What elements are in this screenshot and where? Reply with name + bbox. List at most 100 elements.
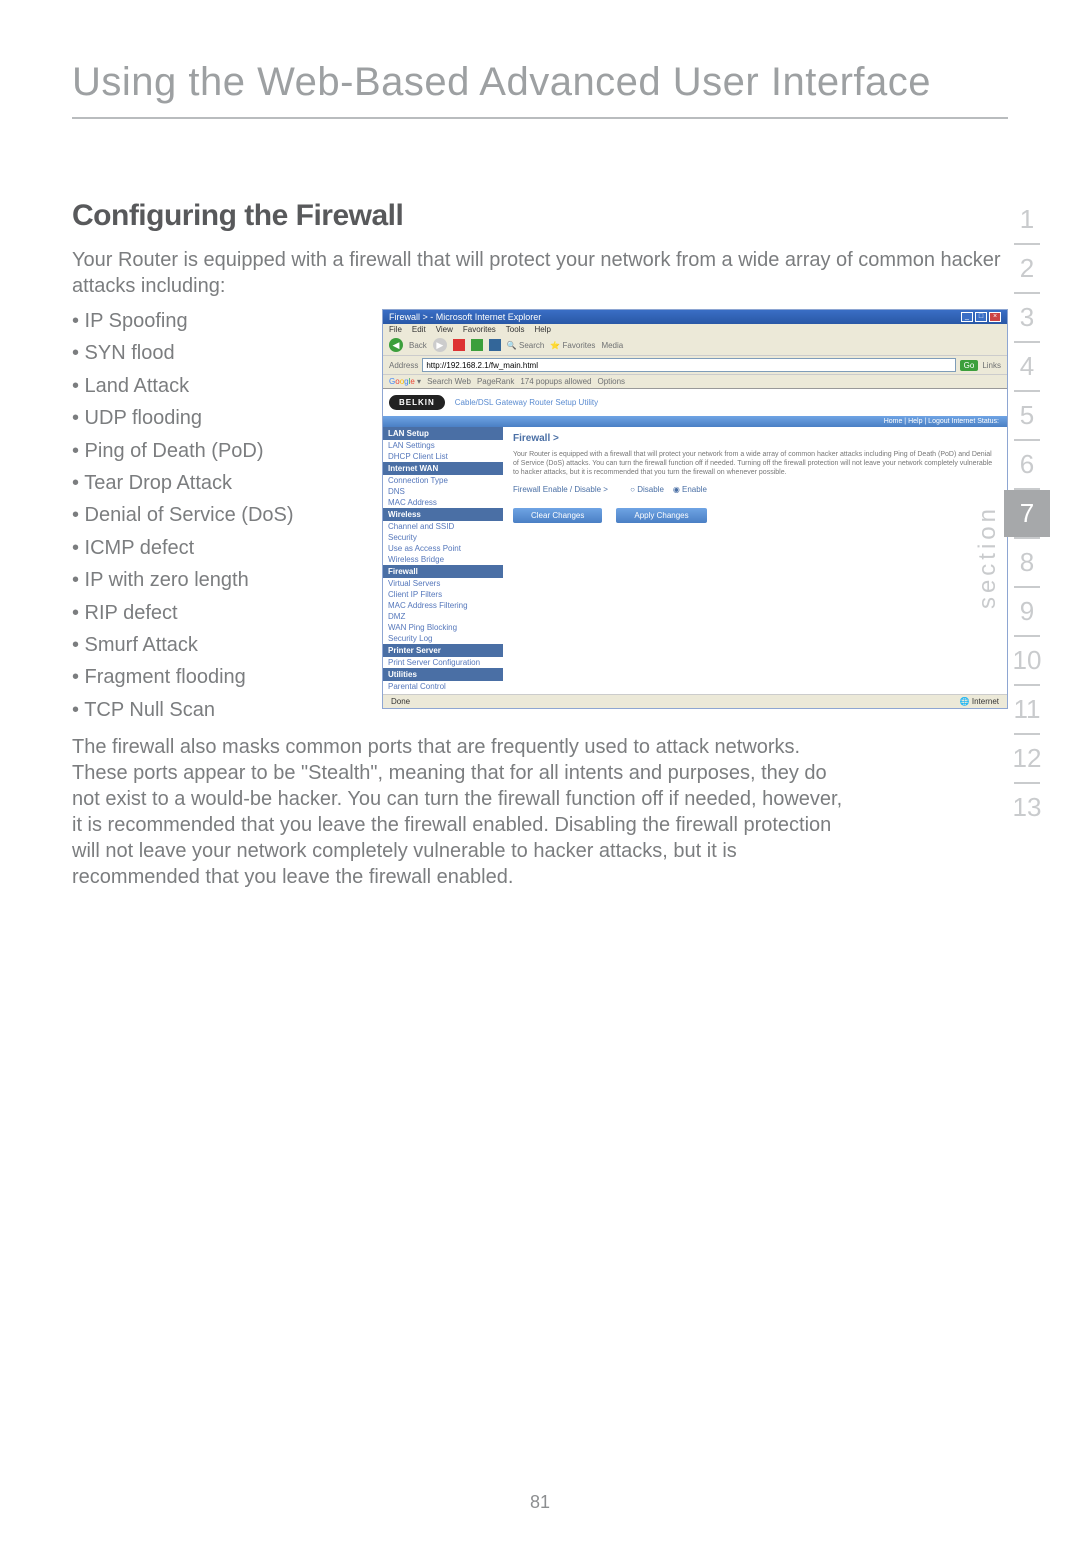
sidebar-item[interactable]: MAC Address Filtering [383,600,503,611]
forward-icon: ▶ [433,338,447,352]
panel-description: Your Router is equipped with a firewall … [513,450,997,477]
menu-item[interactable]: Tools [506,325,525,334]
sidebar-item[interactable]: Parental Control [383,681,503,692]
sidebar-header: Firewall [383,565,503,578]
maximize-icon: □ [975,312,987,322]
menu-bar: File Edit View Favorites Tools Help [383,324,1007,335]
section-nav-item[interactable]: 6 [1004,441,1050,488]
window-title: Firewall > - Microsoft Internet Explorer [389,312,541,322]
close-icon: × [989,312,1001,322]
list-item: • Fragment flooding [72,661,362,693]
sidebar-item[interactable]: DNS [383,486,503,497]
sidebar-header: Wireless [383,508,503,521]
menu-item[interactable]: Help [534,325,550,334]
panel-breadcrumb: Firewall > [513,433,997,444]
menu-item[interactable]: Favorites [463,325,496,334]
sidebar-item[interactable]: Use as Access Point [383,543,503,554]
clear-changes-button[interactable]: Clear Changes [513,508,602,523]
popups-label: 174 popups allowed [520,377,591,386]
sidebar-header: Printer Server [383,644,503,657]
router-sidebar: LAN SetupLAN SettingsDHCP Client ListInt… [383,427,503,709]
ie-status-bar: Done 🌐 Internet [383,694,1007,708]
address-input[interactable] [422,358,955,372]
section-nav-item[interactable]: 11 [1004,686,1050,733]
status-zone: 🌐 Internet [960,697,999,706]
list-item: • IP Spoofing [72,305,362,337]
list-item: • Land Attack [72,370,362,402]
status-done: Done [391,697,410,706]
section-nav-item[interactable]: 1 [1004,196,1050,243]
body-paragraph: The firewall also masks common ports tha… [72,734,852,890]
back-icon: ◀ [389,338,403,352]
sidebar-item[interactable]: Wireless Bridge [383,554,503,565]
sidebar-item[interactable]: Security Log [383,633,503,644]
section-heading: Configuring the Firewall [72,199,1008,233]
list-item: • ICMP defect [72,532,362,564]
window-titlebar: Firewall > - Microsoft Internet Explorer… [383,310,1007,324]
list-item: • UDP flooding [72,402,362,434]
attack-list: • IP Spoofing• SYN flood• Land Attack• U… [72,305,362,726]
options-button[interactable]: Options [597,377,625,386]
section-nav-item[interactable]: 4 [1004,343,1050,390]
search-web-button[interactable]: Search Web [427,377,471,386]
ie-toolbar: ◀ Back ▶ 🔍 Search ⭐ Favorites Media [383,335,1007,356]
radio-disable[interactable]: ○ Disable [630,485,664,494]
sidebar-item[interactable]: Connection Type [383,475,503,486]
list-item: • RIP defect [72,597,362,629]
google-logo: Google ▾ [389,377,421,386]
section-nav: 12345678910111213 [1004,196,1050,831]
belkin-topbar: Home | Help | Logout Internet Status: [383,416,1007,427]
list-item: • SYN flood [72,337,362,369]
section-nav-item[interactable]: 10 [1004,637,1050,684]
home-icon [489,339,501,351]
menu-item[interactable]: View [436,325,453,334]
router-main-panel: Firewall > Your Router is equipped with … [503,427,1007,709]
list-item: • IP with zero length [72,564,362,596]
sidebar-item[interactable]: Virtual Servers [383,578,503,589]
radio-enable[interactable]: ◉ Enable [673,485,707,494]
sidebar-header: Internet WAN [383,462,503,475]
apply-changes-button[interactable]: Apply Changes [616,508,706,523]
address-bar: Address Go Links [383,356,1007,375]
section-nav-item[interactable]: 8 [1004,539,1050,586]
sidebar-item[interactable]: DMZ [383,611,503,622]
favorites-label: ⭐ Favorites [550,341,595,350]
sidebar-item[interactable]: WAN Ping Blocking [383,622,503,633]
list-item: • Denial of Service (DoS) [72,499,362,531]
sidebar-item[interactable]: Client IP Filters [383,589,503,600]
chapter-title: Using the Web-Based Advanced User Interf… [72,60,1008,119]
belkin-subtitle: Cable/DSL Gateway Router Setup Utility [455,398,598,407]
section-nav-item[interactable]: 5 [1004,392,1050,439]
menu-item[interactable]: Edit [412,325,426,334]
pagerank-label: PageRank [477,377,514,386]
list-item: • Tear Drop Attack [72,467,362,499]
section-nav-item[interactable]: 9 [1004,588,1050,635]
minimize-icon: _ [961,312,973,322]
sidebar-item[interactable]: Channel and SSID [383,521,503,532]
menu-item[interactable]: File [389,325,402,334]
section-nav-item[interactable]: 3 [1004,294,1050,341]
sidebar-item[interactable]: LAN Settings [383,440,503,451]
list-item: • TCP Null Scan [72,694,362,726]
sidebar-item[interactable]: DHCP Client List [383,451,503,462]
router-firewall-screenshot: Firewall > - Microsoft Internet Explorer… [382,309,1008,709]
section-vertical-label: section [974,505,1002,609]
sidebar-item[interactable]: Print Server Configuration [383,657,503,668]
section-nav-item[interactable]: 7 [1004,490,1050,537]
section-nav-item[interactable]: 13 [1004,784,1050,831]
sidebar-header: Utilities [383,668,503,681]
section-nav-item[interactable]: 2 [1004,245,1050,292]
section-nav-item[interactable]: 12 [1004,735,1050,782]
go-button[interactable]: Go [960,360,979,371]
stop-icon [453,339,465,351]
refresh-icon [471,339,483,351]
search-label: 🔍 Search [507,341,545,350]
list-item: • Smurf Attack [72,629,362,661]
sidebar-item[interactable]: MAC Address [383,497,503,508]
list-item: • Ping of Death (PoD) [72,435,362,467]
sidebar-item[interactable]: Security [383,532,503,543]
intro-paragraph: Your Router is equipped with a firewall … [72,247,1008,299]
media-label: Media [601,341,623,350]
sidebar-header: LAN Setup [383,427,503,440]
firewall-toggle-label: Firewall Enable / Disable > [513,485,608,494]
